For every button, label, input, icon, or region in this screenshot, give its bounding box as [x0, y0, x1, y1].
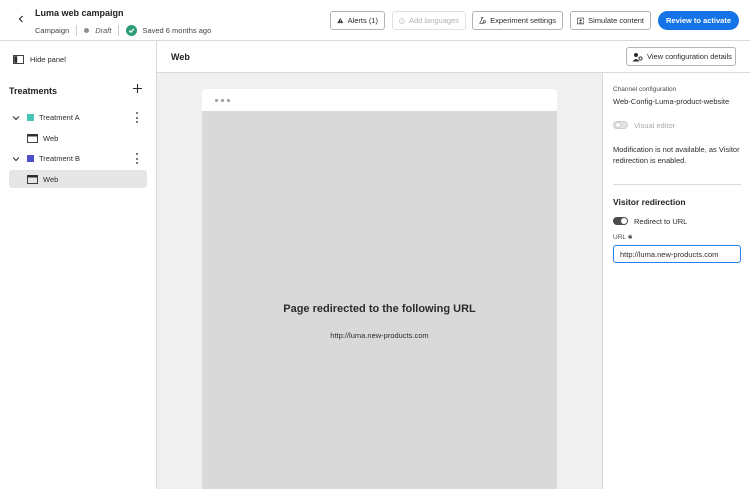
url-field-label: URL ✱ [613, 234, 633, 241]
status-dot [84, 28, 90, 33]
experiment-settings-label: Experiment settings [490, 16, 556, 25]
web-label: Web [43, 174, 59, 184]
treatment-a-web-item[interactable]: Web [9, 129, 147, 147]
treatment-b-web-item[interactable]: Web [9, 170, 147, 188]
visual-editor-label: Visual editor [634, 121, 676, 130]
browser-frame-bar [202, 89, 557, 111]
modification-note: Modification is not available, as Visito… [613, 145, 740, 165]
treatment-color-swatch [27, 155, 34, 162]
chevron-down-icon[interactable] [11, 156, 21, 162]
redirect-message: Page redirected to the following URL [283, 303, 476, 315]
campaign-title: Luma web campaign [35, 8, 124, 18]
saved-status: Saved 6 months ago [142, 26, 212, 35]
left-panel: Hide panel Treatments Treatment A Web Tr… [0, 41, 157, 489]
alert-triangle-icon [337, 17, 344, 24]
view-configuration-button[interactable]: View configuration details [626, 47, 736, 66]
alerts-label: Alerts (1) [347, 16, 378, 25]
divider [613, 184, 741, 185]
check-circle-icon [126, 25, 138, 36]
add-languages-label: Add languages [408, 16, 459, 25]
preview-canvas: Page redirected to the following URL htt… [157, 73, 602, 489]
content-title: Web [171, 52, 190, 62]
browser-frame-body: Page redirected to the following URL htt… [202, 111, 557, 489]
visitor-redirection-heading: Visitor redirection [613, 197, 686, 207]
simulate-content-label: Simulate content [588, 16, 644, 25]
treatment-label: Treatment B [39, 154, 80, 163]
status-label: Draft [95, 26, 112, 35]
web-label: Web [43, 133, 59, 143]
app-header: Luma web campaign Campaign Draft Saved 6… [0, 0, 750, 41]
simulate-user-icon [577, 17, 585, 24]
browser-window-icon [27, 174, 38, 184]
browser-dots-icon [215, 99, 230, 102]
info-circle-icon [399, 17, 405, 24]
treatment-color-swatch [27, 114, 34, 121]
browser-window-icon [27, 133, 38, 143]
experiment-settings-button[interactable]: Experiment settings [472, 11, 563, 30]
divider [76, 25, 78, 36]
redirect-to-url-label: Redirect to URL [634, 217, 688, 226]
add-treatment-button[interactable] [132, 83, 143, 94]
channel-configuration-label: Channel configuration [613, 86, 677, 93]
treatments-heading: Treatments [9, 86, 58, 96]
plus-icon [133, 84, 142, 93]
alerts-button[interactable]: Alerts (1) [330, 11, 385, 30]
experiment-flask-icon [479, 17, 486, 24]
simulate-content-button[interactable]: Simulate content [570, 11, 651, 30]
properties-panel: Channel configuration Web-Config-Luma-pr… [602, 73, 750, 489]
panel-toggle-icon [13, 55, 24, 64]
hide-panel-button[interactable]: Hide panel [13, 55, 66, 64]
redirect-url-text: http://luma.new-products.com [330, 331, 429, 340]
user-settings-icon [632, 52, 643, 61]
more-vertical-icon[interactable] [135, 153, 139, 164]
add-languages-button[interactable]: Add languages [392, 11, 466, 30]
redirect-to-url-toggle[interactable] [613, 217, 628, 225]
content-header: Web View configuration details [157, 41, 750, 73]
treatment-item-a[interactable]: Treatment A [9, 109, 147, 126]
visual-editor-toggle[interactable] [613, 121, 628, 129]
campaign-meta: Campaign Draft Saved 6 months ago [35, 25, 211, 36]
hide-panel-label: Hide panel [30, 55, 66, 64]
channel-configuration-value: Web-Config-Luma-product-website [613, 97, 730, 106]
treatment-item-b[interactable]: Treatment B [9, 150, 147, 167]
more-vertical-icon[interactable] [135, 112, 139, 123]
view-configuration-label: View configuration details [647, 52, 732, 61]
chevron-left-icon [18, 15, 23, 23]
review-to-activate-button[interactable]: Review to activate [658, 11, 739, 30]
treatment-label: Treatment A [39, 113, 80, 122]
divider [118, 25, 120, 36]
url-input[interactable] [613, 245, 741, 263]
campaign-type: Campaign [35, 26, 70, 35]
back-button[interactable] [14, 12, 28, 26]
chevron-down-icon[interactable] [11, 115, 21, 121]
